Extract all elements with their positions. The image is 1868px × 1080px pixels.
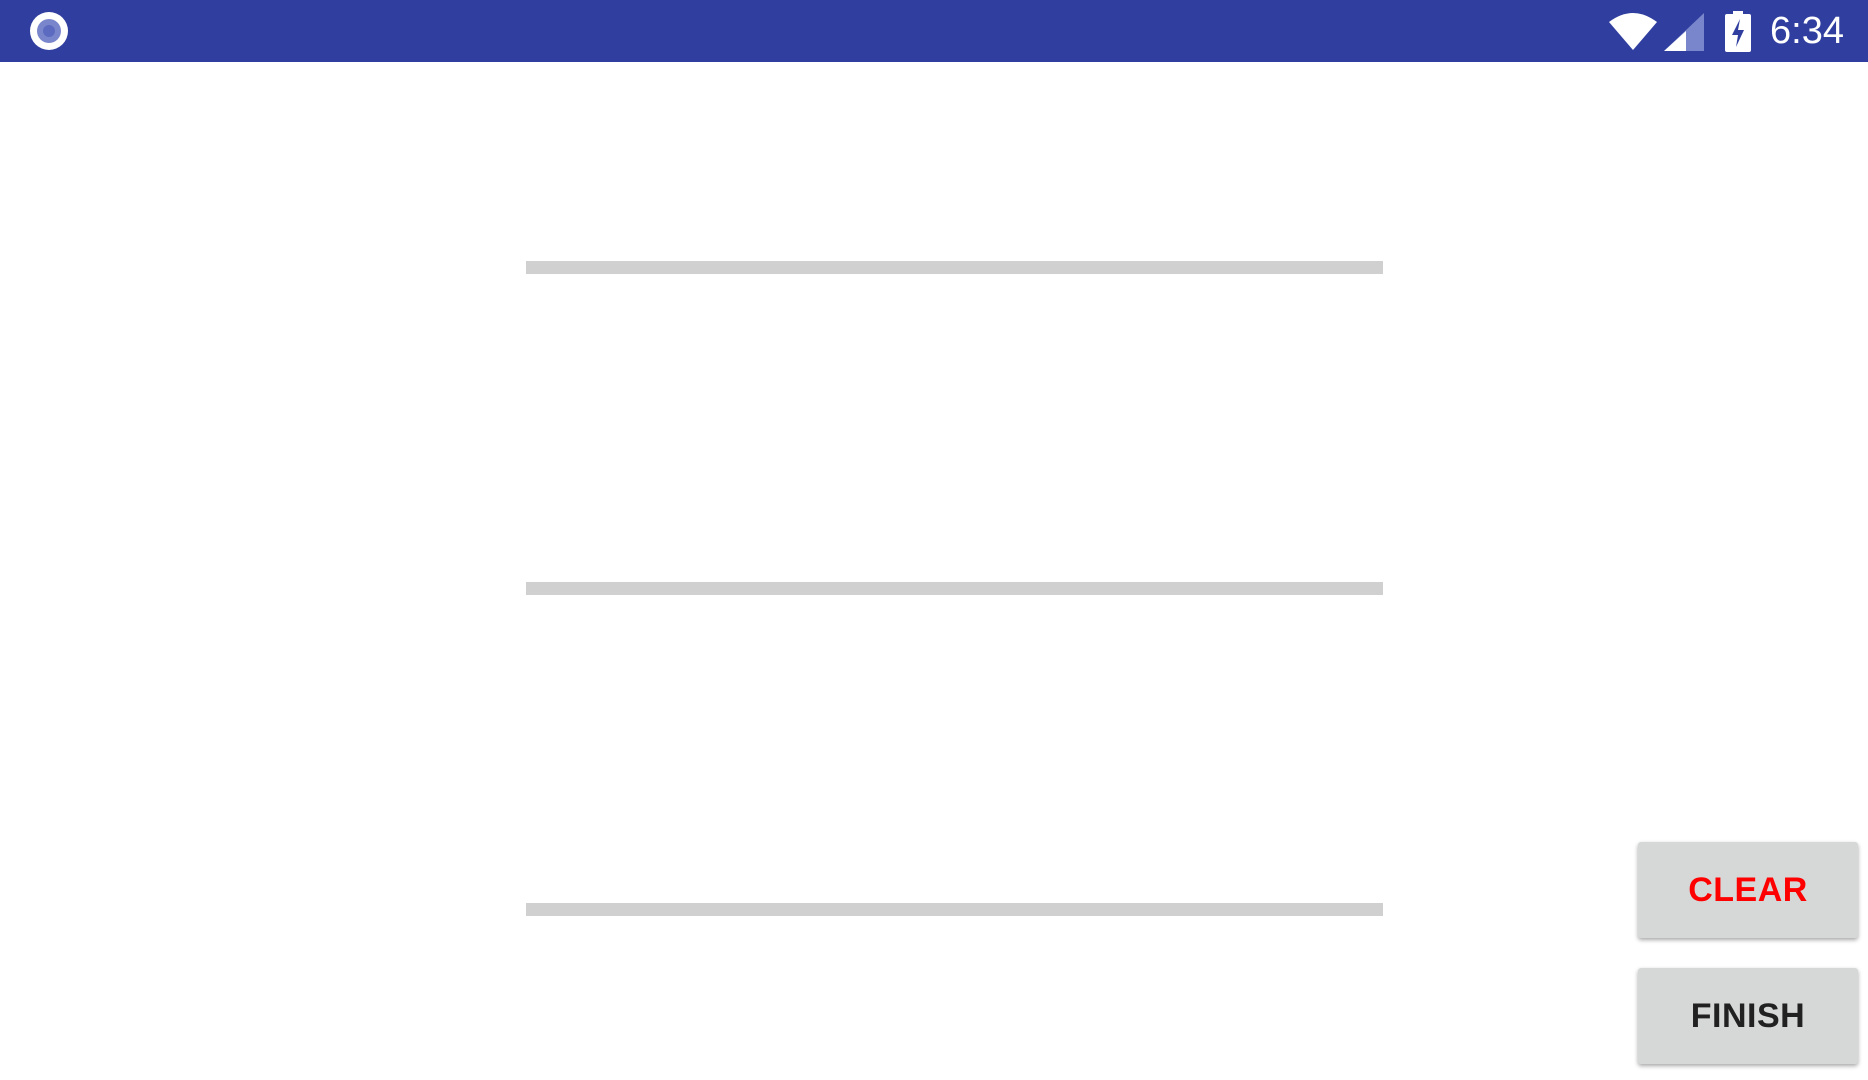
battery-charging-icon — [1725, 11, 1751, 52]
cell-signal-icon — [1664, 13, 1704, 51]
status-clock: 6:34 — [1770, 10, 1844, 52]
status-bar: 6:34 — [0, 0, 1868, 62]
line-field-1[interactable] — [526, 261, 1383, 274]
clear-button[interactable]: CLEAR — [1638, 842, 1858, 938]
line-field-3[interactable] — [526, 903, 1383, 916]
wifi-icon — [1609, 13, 1657, 50]
finish-button[interactable]: FINISH — [1638, 968, 1858, 1064]
record-circle-icon — [30, 12, 68, 50]
line-field-2[interactable] — [526, 582, 1383, 595]
